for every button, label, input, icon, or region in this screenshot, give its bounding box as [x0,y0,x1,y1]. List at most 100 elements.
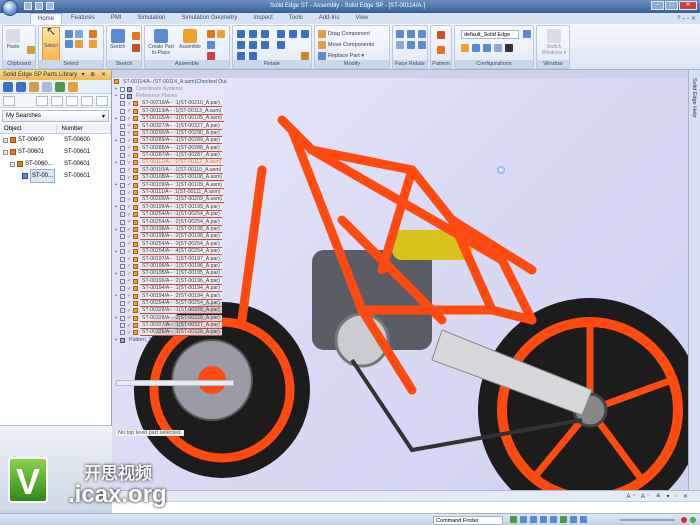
assemble-button[interactable]: Assemble [179,29,201,50]
library-icon[interactable] [42,82,52,92]
help-window-controls[interactable]: ? – ▫ ✕ [677,15,696,22]
select-tool-icon[interactable] [89,30,97,38]
select-tool-icon[interactable] [89,40,97,48]
table-row[interactable]: + ST-00600 ST-00600 [0,134,111,146]
tab-features[interactable]: Features [64,13,102,24]
select-tool-icon[interactable] [65,40,73,48]
relate-icon[interactable] [261,41,269,49]
tree-item[interactable]: + ✓ ✓ ST-00195/A-- :1(ST-00195_A.par) [114,270,264,278]
search-icon[interactable] [96,96,108,106]
configuration-icon[interactable] [523,30,531,38]
tree-item[interactable]: ✓ ✓ ST-00327/A-- :1(ST-00327_A.par) [114,322,264,330]
close-button[interactable]: ✕ [679,1,697,10]
sketch-tool-icon[interactable] [132,32,140,40]
sketch-tool-icon[interactable] [132,44,140,52]
pan-icon[interactable] [550,516,557,523]
visibility-checkbox[interactable]: ✓ [120,234,125,240]
table-row[interactable]: − ST-00601 ST-00601 [0,146,111,158]
tree-item[interactable]: ✓ ✓ ST-00196/A-- :2(ST-00196_A.par) [114,277,264,285]
assemble-tool-icon[interactable] [217,30,225,38]
visibility-checkbox[interactable]: ✓ [120,153,125,159]
view-icon[interactable] [510,516,517,523]
expand-icon[interactable]: + [114,293,118,299]
assemble-tool-icon[interactable] [207,30,215,38]
tree-item[interactable]: ✓ ✓ ST-00210/A-- :1(ST-00210_A.par) [114,100,264,108]
select-button[interactable]: ↖ Select [42,25,60,61]
column-number[interactable]: Number [57,124,111,133]
create-part-in-place-button[interactable]: Create Part In-Place [148,29,174,56]
minimize-button[interactable]: – [651,1,664,10]
visibility-checkbox[interactable]: ✓ [120,167,125,173]
command-finder-input[interactable]: Command Finder [433,516,503,525]
relate-icon[interactable] [261,30,269,38]
visibility-checkbox[interactable]: ✓ [120,330,125,336]
visibility-checkbox[interactable]: ✓ [120,308,125,314]
tree-item[interactable]: ✓ ✓ ST-00209/A-- :1(ST-00209_A.asm) [114,196,264,204]
face-relate-icon[interactable] [407,30,415,38]
format-painter-icon[interactable] [27,46,35,54]
drag-component-button[interactable]: Drag Component [328,31,370,37]
pattern-icon[interactable] [437,31,445,39]
select-tool-icon[interactable] [75,30,83,38]
expand-icon[interactable]: + [114,93,118,99]
tab-home[interactable]: Home [30,13,63,24]
configuration-tool-icon[interactable] [483,44,491,52]
application-button[interactable] [2,0,18,16]
save-icon[interactable] [24,2,32,10]
move-components-button[interactable]: Move Components [328,42,374,48]
relate-icon[interactable] [237,52,245,60]
relate-icon[interactable] [289,30,297,38]
tree-item[interactable]: ✓ ✓ ST-00198/A-- :2(ST-00198_A.par) [114,233,264,241]
tab-inspect[interactable]: Inspect [246,13,279,24]
tree-item[interactable]: + ✓ ✓ ST-00112/A-- :1(ST-00112_A.asm) [114,159,264,167]
tab-add-ins[interactable]: Add-Ins [312,13,347,24]
tree-item[interactable]: + ✓ ✓ ST-00254/A-- :4(ST-00254_A.par) [114,248,264,256]
visibility-checkbox[interactable]: ✓ [120,197,125,203]
tree-item[interactable]: ✓ ✓ ST-00287/A-- :1(ST-00287_A.par) [114,152,264,160]
back-icon[interactable] [3,96,15,106]
expand-icon[interactable]: + [114,204,118,210]
visibility-checkbox[interactable]: ✓ [120,278,125,284]
view-style-icon[interactable] [570,516,577,523]
collapse-icon[interactable]: − [10,161,15,167]
tree-item[interactable]: ✓ ✓ ST-00328/A-- :1(ST-00328_A.par) [114,307,264,315]
tree-item[interactable]: ✓ ✓ ST-00197/A-- :1(ST-00197_A.par) [114,255,264,263]
relate-icon[interactable] [301,52,309,60]
face-relate-icon[interactable] [418,30,426,38]
panel-controls[interactable]: ▾ ⊕ ✕ [82,71,108,78]
configuration-tool-icon[interactable] [505,44,513,52]
visibility-checkbox[interactable]: ✓ [120,315,125,321]
tree-item[interactable]: + Reference Planes [114,93,264,100]
visibility-checkbox[interactable]: ✓ [120,204,125,210]
expand-icon[interactable]: + [114,337,118,343]
view-icon[interactable] [51,96,63,106]
zoom-slider[interactable] [620,519,675,521]
visibility-checkbox[interactable]: ✓ [120,123,125,129]
view-icon[interactable] [66,96,78,106]
tree-item-pattern[interactable]: + Pattern_1 [114,337,264,344]
relate-icon[interactable] [277,41,285,49]
pattern-icon[interactable] [437,46,445,54]
visibility-checkbox[interactable]: ✓ [120,263,125,269]
expand-icon[interactable]: + [114,86,118,92]
visibility-checkbox[interactable]: ✓ [120,138,125,144]
relate-icon[interactable] [249,41,257,49]
rotate-icon[interactable] [560,516,567,523]
relate-icon[interactable] [237,41,245,49]
my-searches-dropdown[interactable]: My Searches ▾ [2,110,109,122]
visibility-checkbox[interactable]: ✓ [120,241,125,247]
tree-item[interactable]: ✓ ✓ ST-00194/A-- :1(ST-00194_A.par) [114,285,264,293]
tree-item[interactable]: + ✓ ✓ ST-00194/A-- :2(ST-00194_A.par) [114,292,264,300]
visibility-checkbox[interactable] [120,86,125,92]
tree-item[interactable]: + ✓ ✓ ST-00198/A-- :1(ST-00198_A.par) [114,226,264,233]
assemble-tool-icon[interactable] [207,52,215,60]
visibility-checkbox[interactable]: ✓ [120,212,125,218]
tree-item[interactable]: + ✓ ✓ ST-00328/A-- :2(ST-00328_A.par) [114,314,264,322]
face-relate-icon[interactable] [396,30,404,38]
visibility-checkbox[interactable]: ✓ [120,293,125,299]
undo-icon[interactable] [35,2,43,10]
face-relate-icon[interactable] [407,41,415,49]
tree-item[interactable]: ✓ ✓ ST-00196/A-- :1(ST-00196_A.par) [114,262,264,270]
select-tool-icon[interactable] [65,30,73,38]
library-icon[interactable] [3,82,13,92]
